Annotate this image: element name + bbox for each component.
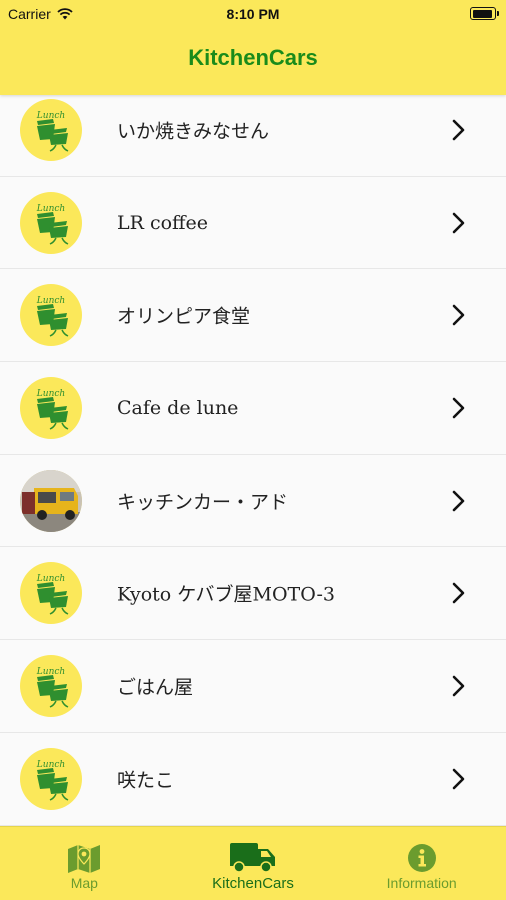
chevron-right-icon — [452, 582, 465, 604]
list-item-name: オリンピア食堂 — [117, 305, 251, 328]
list-item-name: ごはん屋 — [117, 676, 194, 699]
list-item-thumbnail: Lunch — [20, 284, 82, 347]
nav-header: Carrier 8:10 PM KitchenCars — [0, 0, 506, 95]
map-icon — [68, 845, 101, 873]
list-item-name: いか焼きみなせん — [117, 120, 270, 143]
list-item[interactable]: キッチンカー・アド — [0, 455, 506, 548]
lunch-logo-icon: Lunch — [36, 574, 69, 615]
lunch-logo-icon: Lunch — [36, 389, 69, 430]
status-time: 8:10 PM — [226, 6, 280, 22]
list-item[interactable]: Lunch Cafe de lune — [0, 362, 506, 455]
list-item[interactable]: Lunch LR coffee — [0, 177, 506, 270]
battery-icon — [470, 7, 499, 20]
chevron-right-icon — [452, 212, 465, 233]
truck-icon — [230, 843, 275, 873]
lunch-logo-icon: Lunch — [36, 204, 69, 245]
tab-map[interactable]: Map — [0, 827, 169, 900]
list-item-name: 咲たこ — [117, 769, 175, 792]
info-icon — [407, 844, 436, 872]
list-item-thumbnail — [20, 469, 82, 532]
tab-map-label: Map — [70, 875, 98, 891]
list-item-name: Cafe de lune — [117, 396, 239, 419]
tab-information-label: Information — [386, 875, 457, 891]
truck-photo — [20, 469, 82, 532]
status-bar: Carrier 8:10 PM — [0, 0, 506, 28]
list-item[interactable]: Lunch Kyoto ケバブ屋MOTO-3 — [0, 547, 506, 641]
list-item[interactable]: Lunch ごはん屋 — [0, 640, 506, 733]
lunch-logo-icon: Lunch — [36, 296, 69, 337]
tab-information[interactable]: Information — [337, 827, 506, 900]
list-item-thumbnail: Lunch — [20, 376, 82, 439]
lunch-logo-icon: Lunch — [36, 111, 69, 152]
tab-kitchencars[interactable]: KitchenCars — [169, 827, 338, 900]
list-item-name: Kyoto ケバブ屋MOTO-3 — [117, 583, 335, 606]
chevron-right-icon — [452, 675, 465, 697]
chevron-right-icon — [452, 768, 465, 789]
battery-level — [472, 9, 493, 18]
list-item[interactable]: Lunch オリンピア食堂 — [0, 269, 506, 363]
lunch-logo-icon: Lunch — [36, 667, 69, 708]
chevron-right-icon — [452, 119, 465, 141]
list-item-name: LR coffee — [117, 211, 209, 234]
list-item[interactable]: Lunch 咲たこ — [0, 733, 506, 826]
tab-kitchencars-label: KitchenCars — [212, 875, 294, 892]
list-item-thumbnail: Lunch — [20, 98, 82, 161]
page-title: KitchenCars — [188, 45, 318, 70]
lunch-logo-icon: Lunch — [36, 760, 69, 801]
kitchen-car-list[interactable]: Lunch いか焼きみなせん Lunch LR coffee Lunch オリンピア食堂 L… — [0, 84, 506, 826]
tab-bar: Map KitchenCars Information — [0, 826, 506, 900]
list-item-thumbnail: Lunch — [20, 747, 82, 810]
chevron-right-icon — [452, 397, 465, 419]
list-item-thumbnail: Lunch — [20, 191, 82, 254]
list-item-name: キッチンカー・アド — [117, 491, 289, 514]
list-item[interactable]: Lunch いか焼きみなせん — [0, 84, 506, 177]
list-item-thumbnail: Lunch — [20, 562, 82, 625]
chevron-right-icon — [452, 490, 465, 511]
chevron-right-icon — [452, 304, 465, 326]
list-item-thumbnail: Lunch — [20, 654, 82, 717]
